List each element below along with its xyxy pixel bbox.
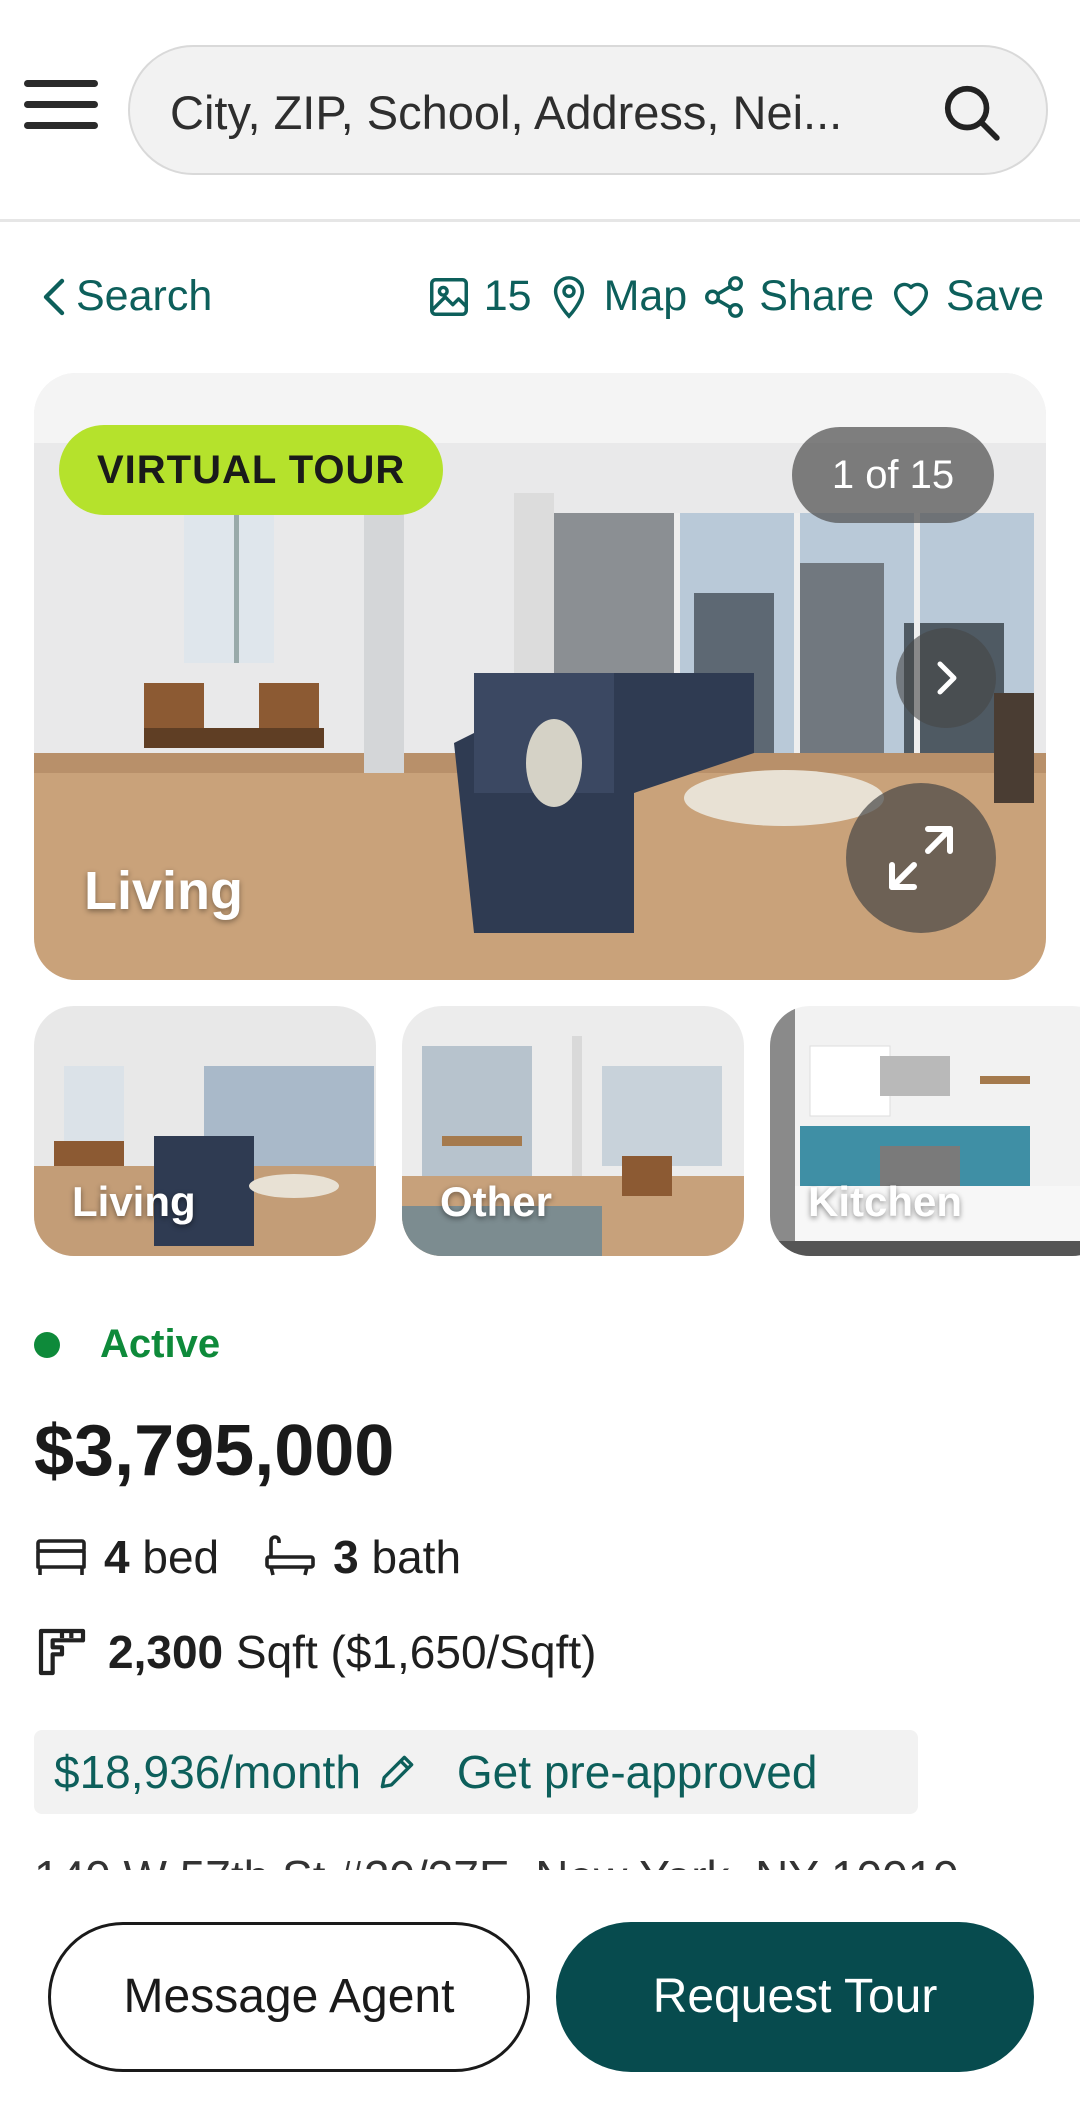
- thumbnail-other[interactable]: Other: [402, 1006, 744, 1256]
- sqft-number: 2,300: [108, 1626, 224, 1678]
- floorplan-icon: [38, 1628, 86, 1676]
- bottom-action-bar: Message Agent Request Tour: [0, 1870, 1080, 2106]
- next-photo-button[interactable]: [896, 628, 996, 728]
- virtual-tour-badge[interactable]: VIRTUAL TOUR: [59, 425, 444, 515]
- heart-icon: [893, 282, 929, 316]
- photo-room-label: Living: [84, 861, 243, 921]
- top-header: City, ZIP, School, Address, Nei...: [0, 0, 1080, 222]
- share-icon: [705, 275, 744, 318]
- baths-unit: bath: [371, 1531, 462, 1583]
- thumbnail-strip: Living Other Kitchen: [34, 1006, 1080, 1256]
- thumbnail-label: Kitchen: [808, 1178, 963, 1225]
- listing-nav: Search 15 Map Share Save: [0, 262, 1080, 332]
- chevron-right-icon: [937, 661, 957, 695]
- baths-number: 3: [333, 1531, 359, 1583]
- listing-status: Active: [34, 1322, 220, 1367]
- listing-price: $3,795,000: [34, 1411, 395, 1491]
- map-pin-icon: [553, 275, 584, 319]
- share-label: Share: [759, 272, 874, 320]
- chevron-left-icon: [43, 278, 65, 315]
- baths-info: 3 bath: [263, 1530, 461, 1584]
- main-photo[interactable]: VIRTUAL TOUR 1 of 15 Living: [34, 373, 1046, 980]
- save-label: Save: [945, 272, 1044, 320]
- status-text: Active: [100, 1322, 221, 1366]
- map-label: Map: [603, 272, 688, 320]
- beds-number: 4: [104, 1531, 130, 1583]
- back-to-search-link[interactable]: Search: [40, 272, 212, 321]
- beds-baths-row: 4 bed 3 bath: [34, 1530, 505, 1584]
- beds-unit: bed: [142, 1531, 220, 1583]
- back-label: Search: [76, 272, 213, 320]
- pencil-icon[interactable]: [375, 1750, 419, 1794]
- expand-icon: [889, 826, 953, 890]
- thumbnail-label: Other: [440, 1178, 553, 1225]
- listing-actions: 15 Map Share Save: [426, 272, 1044, 321]
- get-preapproved-link[interactable]: Get pre-approved: [457, 1745, 818, 1799]
- save-button[interactable]: Save: [888, 272, 1044, 321]
- thumbnail-label: Living: [72, 1178, 196, 1225]
- search-placeholder: City, ZIP, School, Address, Nei...: [170, 86, 843, 139]
- photo-counter: 1 of 15: [792, 427, 994, 523]
- menu-icon[interactable]: [24, 80, 102, 136]
- map-button[interactable]: Map: [546, 272, 688, 321]
- bathtub-icon: [265, 1535, 315, 1576]
- thumbnail-kitchen[interactable]: Kitchen: [770, 1006, 1080, 1256]
- monthly-payment[interactable]: $18,936/month: [54, 1745, 361, 1799]
- bed-icon: [36, 1539, 86, 1575]
- share-button[interactable]: Share: [701, 272, 874, 321]
- mortgage-estimate[interactable]: $18,936/month Get pre-approved: [34, 1730, 918, 1814]
- sqft-detail: Sqft ($1,650/Sqft): [235, 1626, 597, 1678]
- photo-count: 15: [483, 272, 532, 320]
- fullscreen-button[interactable]: [846, 783, 996, 933]
- sqft-row: 2,300 Sqft ($1,650/Sqft): [34, 1624, 596, 1680]
- photos-button[interactable]: 15: [426, 272, 532, 321]
- search-icon[interactable]: [940, 81, 1002, 143]
- status-dot-icon: [34, 1331, 60, 1358]
- message-agent-button[interactable]: Message Agent: [48, 1922, 530, 2072]
- beds-info: 4 bed: [34, 1530, 219, 1584]
- thumbnail-living[interactable]: Living: [34, 1006, 376, 1256]
- search-input[interactable]: City, ZIP, School, Address, Nei...: [128, 45, 1048, 175]
- request-tour-button[interactable]: Request Tour: [556, 1922, 1034, 2072]
- image-icon: [429, 277, 468, 316]
